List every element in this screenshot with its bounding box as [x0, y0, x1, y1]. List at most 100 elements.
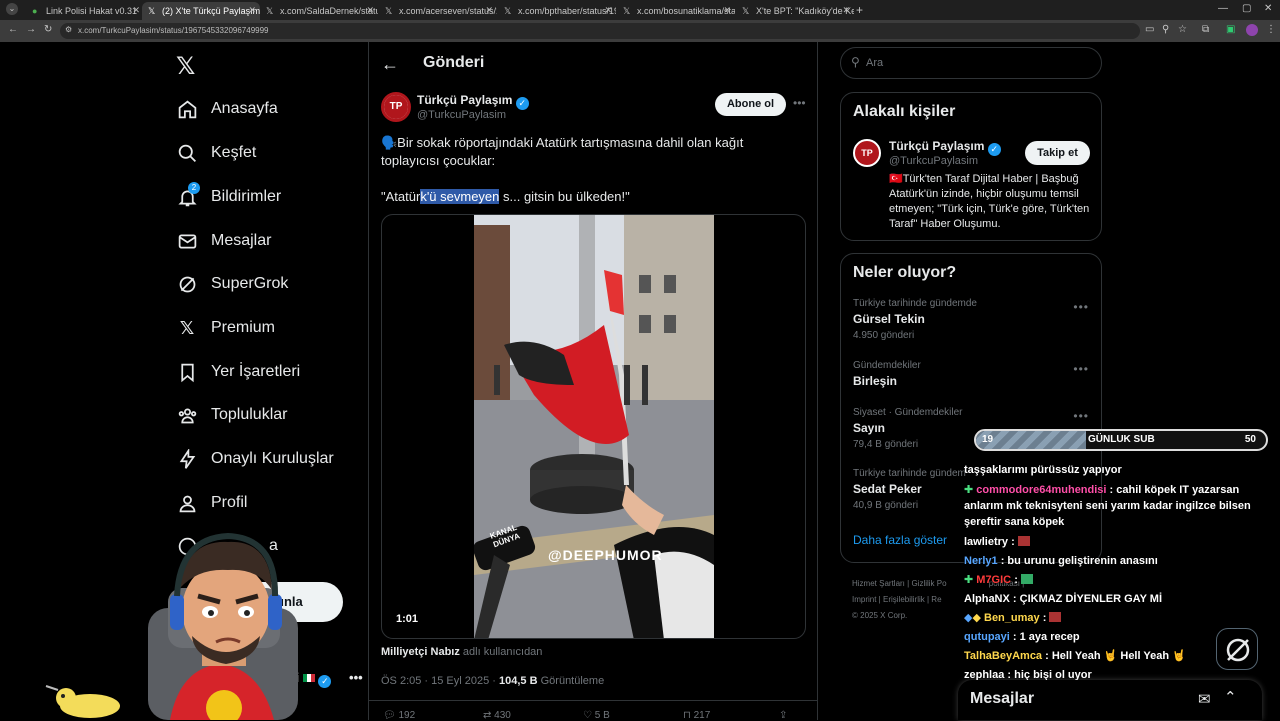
browser-tab[interactable]: ● Link Polisi Hakat v0.31 ✕: [26, 2, 144, 20]
close-tab-icon[interactable]: ✕: [723, 5, 731, 16]
new-tab-icon[interactable]: +: [856, 3, 863, 17]
chat-username: M7GIC: [976, 574, 1012, 586]
browser-tab[interactable]: 𝕏x.com/acerseven/status/19675✕: [379, 2, 497, 20]
minimize-icon[interactable]: —: [1218, 3, 1228, 14]
cast-icon[interactable]: ▭: [1145, 24, 1154, 35]
nav-home[interactable]: Anasayfa: [174, 94, 278, 124]
close-tab-icon[interactable]: ✕: [132, 5, 140, 16]
like-action[interactable]: ♡ 5 B: [583, 710, 610, 721]
bookmark-action[interactable]: ⊓ 217: [683, 710, 710, 721]
browser-tab-active[interactable]: 𝕏 (2) X'te Türkçü Paylaşımı: " ✕: [142, 2, 260, 20]
author-name: Türkçü Paylaşım: [417, 93, 513, 107]
zoom-icon[interactable]: ⚲: [1162, 24, 1169, 35]
close-tab-icon[interactable]: ✕: [248, 5, 256, 16]
repost-action[interactable]: ⇄ 430: [483, 710, 511, 721]
trend-more-icon[interactable]: •••: [1073, 409, 1089, 423]
site-info-icon[interactable]: ⚙: [65, 25, 72, 34]
new-message-icon[interactable]: ✉: [1198, 690, 1211, 708]
extensions-icon[interactable]: ⧉: [1202, 24, 1209, 35]
nav-verified-orgs[interactable]: Onaylı Kuruluşlar: [174, 444, 334, 474]
reply-action[interactable]: 💬︎ 192: [383, 710, 415, 721]
back-arrow-icon[interactable]: ←: [381, 54, 399, 75]
more-dots-icon[interactable]: •••: [349, 670, 363, 685]
footer-link[interactable]: Imprint: [852, 595, 876, 604]
close-tab-icon[interactable]: ✕: [604, 5, 612, 16]
author-handle[interactable]: @TurkcuPaylasim: [417, 109, 506, 121]
nav-communities[interactable]: Topluluklar: [174, 400, 287, 430]
related-name-row[interactable]: Türkçü Paylaşım ✓: [889, 139, 1001, 156]
browser-tab[interactable]: 𝕏 X'te BPT: "Kadıköy'de Kerem A✕: [736, 2, 854, 20]
bookmark-icon: [174, 360, 200, 384]
related-avatar[interactable]: TP: [853, 139, 881, 167]
trend-item[interactable]: Türkiye tarihinde gündemde Gürsel Tekin …: [853, 298, 977, 341]
browser-tab[interactable]: 𝕏x.com/bosunatiklama/status/19✕: [617, 2, 735, 20]
trend-more-icon[interactable]: •••: [1073, 300, 1089, 314]
follow-button[interactable]: Takip et: [1025, 141, 1090, 165]
nav-label: Premium: [211, 319, 276, 336]
author-avatar[interactable]: TP: [381, 92, 411, 122]
x-logo-icon: 𝕏: [179, 317, 195, 338]
footer-link[interactable]: Erişilebilirlik: [883, 595, 925, 604]
nav-bookmarks[interactable]: Yer İşaretleri: [174, 357, 300, 387]
close-tab-icon[interactable]: ✕: [366, 5, 374, 16]
badge-icon: ◆: [972, 612, 981, 624]
x-favicon-icon: 𝕏: [148, 6, 156, 16]
reload-icon[interactable]: ↻: [44, 24, 52, 35]
browser-tab[interactable]: 𝕏x.com/SaldaDernek/status/196✕: [260, 2, 378, 20]
credit-user[interactable]: Milliyetçi Nabız: [381, 646, 460, 658]
tab-list-icon[interactable]: ⌄: [6, 3, 18, 15]
trend-name: Gürsel Tekin: [853, 312, 925, 326]
nav-messages[interactable]: Mesajlar: [174, 226, 271, 256]
back-icon[interactable]: ←: [8, 24, 18, 35]
star-icon[interactable]: ☆: [1178, 24, 1187, 35]
nav-profile[interactable]: Profil: [174, 488, 247, 518]
menu-icon[interactable]: ⋮: [1266, 24, 1276, 35]
copyright: © 2025 X Corp.: [852, 611, 908, 620]
trend-item[interactable]: Türkiye tarihinde gündem Sedat Peker 40,…: [853, 468, 966, 511]
post-timestamp[interactable]: ÖS 2:05 · 15 Eyl 2025 ·: [381, 675, 499, 687]
shield-icon[interactable]: ▣: [1226, 24, 1235, 35]
messages-drawer[interactable]: Mesajlar ✉ ⌃: [958, 680, 1262, 720]
nav-label: Topluluklar: [211, 406, 288, 423]
page-title: Gönderi: [423, 54, 485, 71]
trend-item[interactable]: Gündemdekiler Birleşin: [853, 360, 921, 388]
chat-text: :: [1042, 612, 1047, 624]
subscribe-button[interactable]: Abone ol: [715, 93, 786, 116]
nav-explore[interactable]: Keşfet: [174, 138, 256, 168]
maximize-icon[interactable]: ▢: [1242, 3, 1251, 14]
show-more-link[interactable]: Daha fazla göster: [853, 533, 947, 547]
emote-icon: [1020, 574, 1033, 584]
trend-more-icon[interactable]: •••: [1073, 362, 1089, 376]
trend-item[interactable]: Siyaset · Gündemdekiler Sayın 79,4 B gön…: [853, 407, 963, 450]
browser-tab[interactable]: 𝕏x.com/bpthaber/status/196783✕: [498, 2, 616, 20]
bookmark-icon: ⊓: [683, 710, 691, 721]
footer-link[interactable]: Hizmet Şartları: [852, 579, 905, 588]
x-logo-icon[interactable]: 𝕏: [176, 52, 195, 81]
sub-current: 19: [982, 434, 994, 445]
chat-message: ✚ commodore64muhendisi : cahil köpek IT …: [964, 482, 1274, 530]
url-field[interactable]: ⚙ x.com/TurkcuPaylasim/status/19675453320…: [60, 23, 1140, 39]
share-icon[interactable]: ⇪: [779, 710, 787, 721]
close-window-icon[interactable]: ✕: [1264, 3, 1272, 14]
profile-avatar-icon[interactable]: [1246, 24, 1258, 36]
nav-notifications[interactable]: 2 Bildirimler: [174, 182, 281, 212]
chat-message: taşşaklarımı pürüssüz yapıyor: [964, 462, 1274, 478]
expand-icon[interactable]: ⌃: [1224, 688, 1237, 706]
italy-flag-icon: [302, 674, 315, 682]
footer-link[interactable]: Re: [931, 595, 941, 604]
grok-fab[interactable]: [1216, 628, 1258, 670]
nav-supergrok[interactable]: SuperGrok: [174, 269, 288, 299]
forward-icon[interactable]: →: [26, 24, 36, 35]
author-name-row[interactable]: Türkçü Paylaşım ✓: [417, 93, 529, 110]
video-player[interactable]: KANAL DÜNYA @DEEPHUMOR 1:01: [381, 214, 806, 639]
url-text: x.com/TurkcuPaylasim/status/196754533209…: [78, 26, 269, 35]
close-tab-icon[interactable]: ✕: [842, 5, 850, 16]
close-tab-icon[interactable]: ✕: [485, 5, 493, 16]
footer-link[interactable]: Gizlilik Po: [911, 579, 946, 588]
trend-count: 40,9 B gönderi: [853, 500, 919, 511]
post-more-icon[interactable]: •••: [793, 96, 806, 110]
sub-label: GÜNLUK SUB: [1088, 434, 1155, 445]
nav-premium[interactable]: 𝕏 Premium: [174, 313, 275, 343]
x-favicon-icon: 𝕏: [385, 6, 393, 16]
search-input[interactable]: ⚲ Ara: [840, 47, 1102, 79]
